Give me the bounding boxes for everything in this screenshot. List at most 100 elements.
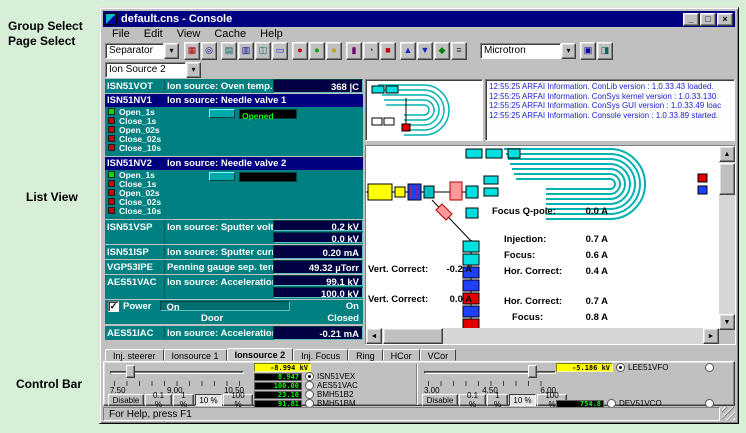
message-line[interactable]: 12:55:25 ARFAI Information. ConSys kerne… [489,92,731,102]
vertical-scrollbar[interactable]: ▲ ▼ [719,146,735,330]
channel-label: ISN51VEX [317,372,355,381]
toolbar-button-device[interactable]: ▦ [184,42,200,60]
qpole-value: 0.0 A [586,206,608,217]
message-line[interactable]: 12:55:25 ARFAI Information. ConSys GUI v… [489,101,731,111]
list-row-acceleration-voltage[interactable]: AES51VAC Ion source: Acceleration volta … [105,275,363,299]
hor2-readout: Hor. Correct:0.7 A [504,296,608,307]
left-slider[interactable] [110,365,244,379]
channel-value: 23.10 [254,391,302,399]
power-checkbox[interactable]: ✓ [108,301,119,312]
right-slider[interactable] [424,365,556,379]
menu-help[interactable]: Help [253,28,290,40]
valve-command-button[interactable] [209,172,235,181]
list-row-needle-valve-1[interactable]: ISN51NV1 Ion source: Needle valve 1 [105,94,363,107]
dropdown-arrow-icon[interactable]: ▾ [186,62,201,78]
message-line[interactable]: 12:55:25 ARFAI Information. ConLib versi… [489,82,731,92]
menu-cache[interactable]: Cache [207,28,253,40]
toolbar-button-led-green[interactable]: ● [309,42,325,60]
toolbar-button-up[interactable]: ▲ [400,42,416,60]
menu-edit[interactable]: Edit [137,28,170,40]
tab-vcor[interactable]: VCor [420,349,457,361]
step-1-button[interactable]: 1 % [173,394,194,406]
title-bar[interactable]: default.cns - Console _ □ × [103,11,735,27]
disable-button[interactable]: Disable [108,394,144,406]
horizontal-scroll-thumb[interactable] [383,328,443,344]
scope-icon: ◎ [205,46,213,55]
tab-hcor[interactable]: HCor [383,349,420,361]
toolbar-button-scope[interactable]: ◎ [201,42,217,60]
device-desc: Ion source: Acceleration volta [165,275,273,299]
scroll-left-icon[interactable]: ◄ [366,328,382,344]
tab-ionsource-1[interactable]: Ionsource 1 [164,349,227,361]
toolbar-button-screens[interactable]: ◫ [255,42,271,60]
toolbar-button-list[interactable]: ≡ [451,42,467,60]
toolbar-button-grid[interactable]: ▥ [238,42,254,60]
scroll-right-icon[interactable]: ► [703,328,719,344]
close-02s-led [108,135,115,142]
channel-radio[interactable] [616,363,625,372]
injection-value: 0.7 A [586,234,608,245]
focus1-value: 0.6 A [586,250,608,261]
maximize-button[interactable]: □ [700,13,716,26]
scroll-down-icon[interactable]: ▼ [719,314,735,330]
aux-radio[interactable] [705,363,714,372]
slider-thumb[interactable] [126,365,135,378]
toolbar-button-led-yellow[interactable]: ● [326,42,342,60]
step-10-button[interactable]: 10 % [509,394,536,406]
window-title: default.cns - Console [121,13,682,25]
tab-inj-steerer[interactable]: Inj. steerer [105,349,164,361]
tab-ionsource-2[interactable]: Ionsource 2 [227,348,294,361]
disable-button[interactable]: Disable [422,394,458,406]
toolbar-button-stop[interactable]: ■ [380,42,396,60]
vertical-scroll-thumb[interactable] [719,163,735,195]
page-select-combo[interactable]: Ion Source 2 ▾ [105,62,201,78]
toolbar-button-chart[interactable]: ▮ [346,42,362,60]
dropdown-arrow-icon[interactable]: ▾ [561,43,576,59]
toolbar-button-down[interactable]: ▼ [417,42,433,60]
device-select-combo[interactable]: Microtron ▾ [480,43,576,59]
resize-grip[interactable] [722,407,735,421]
step-0-1-button[interactable]: 0.1 % [145,394,172,406]
step-1-button[interactable]: 1 % [487,394,508,406]
list-row-sputter-current[interactable]: ISN51ISP Ion source: Sputter current 0.2… [105,245,363,259]
tab-inj-focus[interactable]: Inj. Focus [293,349,348,361]
channel-radio[interactable] [305,381,314,390]
close-button[interactable]: × [717,13,733,26]
step-100-button[interactable]: 100 % [223,394,253,406]
channel-row: 8.947 ISN51VEX [254,372,355,381]
toolbar-button-gauge[interactable]: ◔ [363,42,379,60]
slider-thumb[interactable] [528,365,537,378]
dropdown-arrow-icon[interactable]: ▾ [164,43,179,59]
toolbar-button-log[interactable]: ◨ [597,42,613,60]
menu-view[interactable]: View [170,28,208,40]
tab-ring[interactable]: Ring [348,349,383,361]
horizontal-scrollbar[interactable]: ◄ ► [366,328,719,344]
toolbar-button-plot[interactable]: ◆ [434,42,450,60]
toolbar-button-led-red[interactable]: ● [292,42,308,60]
toolbar-button-alarm[interactable]: ▣ [580,42,596,60]
scroll-up-icon[interactable]: ▲ [719,146,735,162]
minimize-button[interactable]: _ [683,13,699,26]
channel-radio[interactable] [305,390,314,399]
list-row-penning-gauge[interactable]: VGP53IPE Penning gauge sep. term. 49.32 … [105,260,363,274]
annotation-page-select: Page Select [8,34,75,48]
toolbar-button-monitor[interactable]: ▭ [272,42,288,60]
power-state-field: On [160,301,290,311]
beamline-canvas: Focus Q-pole:0.0 A Injection:0.7 A Focus… [366,146,719,330]
step-10-button[interactable]: 10 % [195,394,222,406]
group-select-combo[interactable]: Separator ▾ [105,43,179,59]
step-0-1-button[interactable]: 0.1 % [459,394,486,406]
message-line[interactable]: 12:55:25 ARFAI Information. Console vers… [489,111,731,121]
valve-command-button[interactable] [209,109,235,118]
toolbar-button-page[interactable]: ▤ [221,42,237,60]
list-row-needle-valve-2[interactable]: ISN51NV2 Ion source: Needle valve 2 [105,157,363,170]
selected-setpoint-display: -8.994 kV [254,363,311,372]
list-row-oven-temp[interactable]: ISN51VOT Ion source: Oven temp. 368 |C [105,79,363,93]
valve-status-display [239,172,297,182]
group-divider [416,364,418,405]
device-desc: Ion source: Oven temp. [165,79,273,93]
channel-radio[interactable] [305,372,314,381]
menu-file[interactable]: File [105,28,137,40]
list-row-acceleration-current[interactable]: AES51IAC Ion source: Acceleration curre … [105,326,363,340]
list-row-sputter-voltage[interactable]: ISN51VSP Ion source: Sputter voltage 0.2… [105,220,363,244]
